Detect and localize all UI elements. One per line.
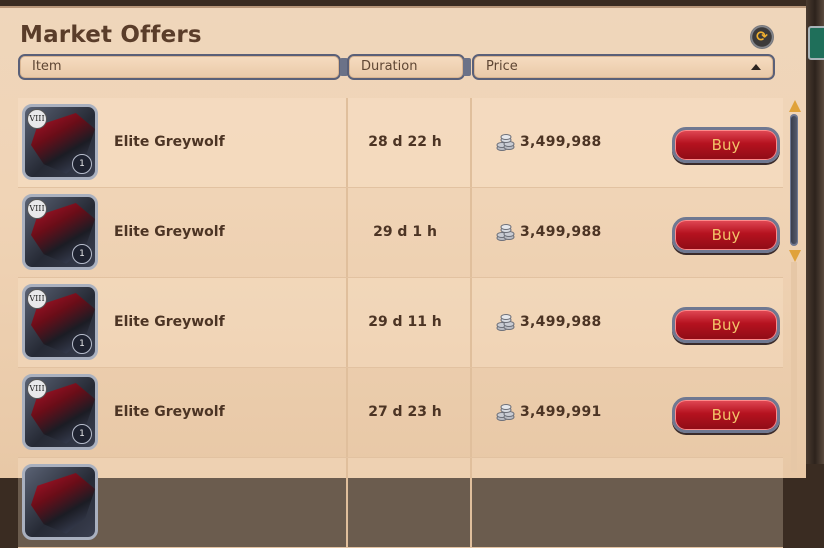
frame-gem-icon [808, 26, 824, 60]
column-divider [470, 98, 472, 187]
item-name: Elite Greywolf [114, 134, 225, 150]
silver-coins-icon [496, 404, 515, 421]
scrollbar[interactable] [788, 100, 802, 262]
offer-price: 3,499,991 [520, 404, 602, 420]
column-header-item[interactable]: Item [18, 54, 341, 80]
column-divider [470, 458, 472, 547]
silver-coins-icon [496, 224, 515, 241]
column-header-item-label: Item [32, 59, 62, 74]
enchant-badge: 1 [72, 244, 92, 264]
silver-coins-icon [496, 134, 515, 151]
offers-list: VIII 1 Elite Greywolf 28 d 22 h 3,499,98… [18, 98, 783, 548]
buy-button[interactable]: Buy [672, 127, 780, 163]
table-row: VIII 1 Elite Greywolf 29 d 1 h 3,499,988… [18, 188, 783, 278]
item-icon[interactable]: VIII 1 [22, 284, 98, 360]
enchant-badge: 1 [72, 154, 92, 174]
column-header-price[interactable]: Price [472, 54, 775, 80]
column-divider [346, 458, 348, 547]
silver-coins-icon [496, 314, 515, 331]
offer-duration: 29 d 1 h [373, 224, 437, 240]
scroll-down-arrow-icon[interactable] [789, 250, 801, 262]
enchant-badge: 1 [72, 424, 92, 444]
table-row: VIII 1 Elite Greywolf 27 d 23 h 3,499,99… [18, 368, 783, 458]
table-row: VIII 1 Elite Greywolf 28 d 22 h 3,499,98… [18, 98, 783, 188]
column-divider [470, 368, 472, 457]
enchant-badge: 1 [72, 334, 92, 354]
sort-ascending-icon[interactable] [751, 64, 761, 70]
tier-badge: VIII [27, 379, 47, 399]
column-divider [470, 278, 472, 367]
item-name: Elite Greywolf [114, 314, 225, 330]
column-header-duration[interactable]: Duration [347, 54, 465, 80]
table-row-partial [18, 458, 783, 548]
item-name: Elite Greywolf [114, 404, 225, 420]
buy-button[interactable]: Buy [672, 217, 780, 253]
column-header-price-label: Price [486, 59, 518, 74]
scroll-thumb[interactable] [791, 116, 797, 244]
item-icon[interactable] [22, 464, 98, 540]
tier-badge: VIII [27, 199, 47, 219]
column-divider [470, 188, 472, 277]
scroll-up-arrow-icon[interactable] [789, 100, 801, 112]
offer-price: 3,499,988 [520, 224, 602, 240]
item-name: Elite Greywolf [114, 224, 225, 240]
buy-button[interactable]: Buy [672, 307, 780, 343]
column-header-duration-label: Duration [361, 59, 418, 74]
offer-price: 3,499,988 [520, 314, 602, 330]
offer-duration: 29 d 11 h [368, 314, 442, 330]
buy-button[interactable]: Buy [672, 397, 780, 433]
offer-duration: 27 d 23 h [368, 404, 442, 420]
offer-duration: 28 d 22 h [368, 134, 442, 150]
refresh-icon: ⟳ [756, 29, 768, 45]
tier-badge: VIII [27, 109, 47, 129]
item-icon[interactable]: VIII 1 [22, 194, 98, 270]
page-title: Market Offers [20, 22, 202, 48]
offer-price: 3,499,988 [520, 134, 602, 150]
header-divider [463, 58, 471, 76]
scroll-rail [791, 262, 797, 472]
greywolf-mount-icon [31, 473, 95, 534]
tier-badge: VIII [27, 289, 47, 309]
item-icon[interactable]: VIII 1 [22, 374, 98, 450]
refresh-button[interactable]: ⟳ [750, 25, 774, 49]
item-icon[interactable]: VIII 1 [22, 104, 98, 180]
market-offers-panel: Market Offers ⟳ Item Duration Price VIII… [0, 6, 806, 548]
table-row: VIII 1 Elite Greywolf 29 d 11 h 3,499,98… [18, 278, 783, 368]
window-frame [806, 0, 824, 464]
